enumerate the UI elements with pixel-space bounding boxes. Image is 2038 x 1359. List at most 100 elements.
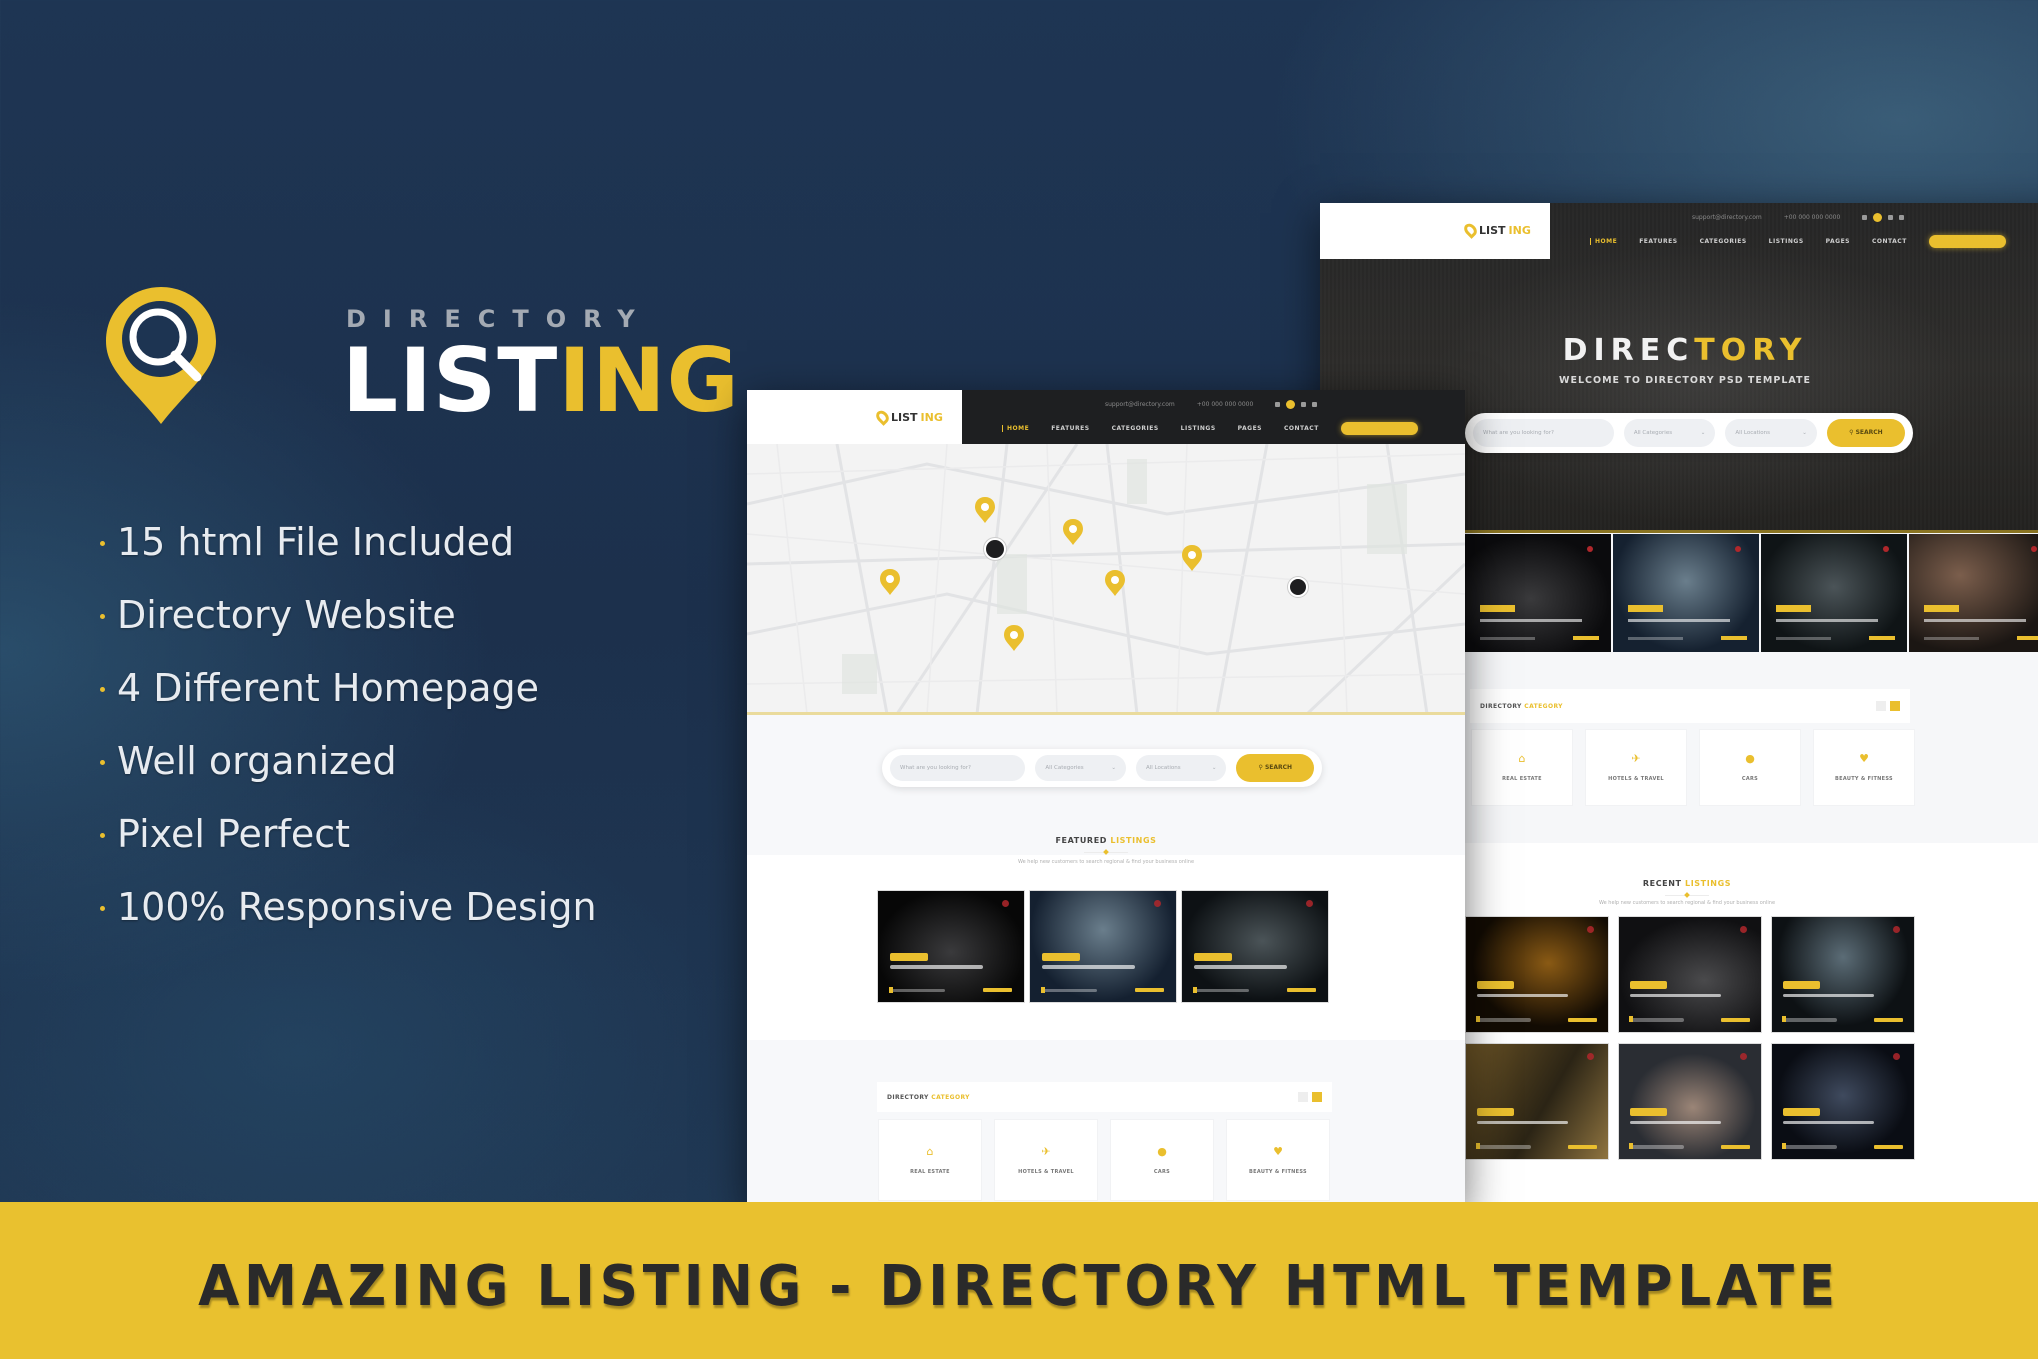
heart-icon[interactable] [1892, 1053, 1900, 1061]
nav-contact[interactable]: CONTACT [1284, 425, 1319, 432]
nav-listings[interactable]: LISTINGS [1181, 425, 1216, 432]
nav-pages[interactable]: PAGES [1826, 238, 1850, 245]
nav-pages[interactable]: PAGES [1238, 425, 1262, 432]
heart-icon[interactable] [1892, 926, 1900, 934]
map-cluster-icon[interactable] [984, 538, 1006, 560]
featured-card[interactable] [1029, 890, 1177, 1003]
card-title [1477, 994, 1569, 998]
slider-card[interactable] [1909, 534, 2038, 652]
category-select[interactable]: All Categories ⌄ [1035, 754, 1126, 782]
rating-stars [1135, 988, 1165, 993]
title-banner: AMAZING LISTING - DIRECTORY HTML TEMPLAT… [0, 1202, 2038, 1359]
twitter-icon[interactable] [1286, 400, 1296, 409]
twitter-icon[interactable] [1873, 213, 1883, 222]
slider-card[interactable] [1465, 534, 1611, 652]
card-location [1476, 1142, 1532, 1150]
rating-stars [1287, 988, 1317, 993]
slider-card[interactable] [1761, 534, 1907, 652]
grid-view-icon[interactable] [1312, 1092, 1322, 1102]
listing-card[interactable] [1465, 1043, 1609, 1160]
chevron-down-icon: ⌄ [1111, 765, 1116, 771]
category-tile[interactable]: ♥ BEAUTY & FITNESS [1227, 1120, 1329, 1200]
bullet-icon [100, 614, 105, 619]
category-name: HOTELS & TRAVEL [1018, 1168, 1074, 1175]
nav-home[interactable]: HOME [1002, 425, 1029, 432]
feature-text: 15 html File Included [117, 519, 515, 564]
category-tile[interactable]: ✈ HOTELS & TRAVEL [1586, 730, 1686, 805]
grid-view-icon[interactable] [1890, 701, 1900, 711]
topbar-email[interactable]: support@directory.com [1692, 214, 1762, 221]
home-icon: ⌂ [1518, 752, 1526, 765]
category-section-title: DIRECTORY CATEGORY [887, 1094, 970, 1101]
map-marker-icon [1063, 519, 1083, 545]
list-view-icon[interactable] [1876, 701, 1886, 711]
heart-icon[interactable] [1587, 545, 1594, 552]
google-plus-icon[interactable] [1888, 215, 1894, 220]
heart-icon[interactable] [1735, 545, 1742, 552]
category-tile[interactable]: ⌂ REAL ESTATE [879, 1120, 981, 1200]
listing-map[interactable] [747, 444, 1465, 714]
feature-item: 15 html File Included [100, 505, 597, 578]
car-icon: ● [1157, 1144, 1167, 1158]
google-plus-icon[interactable] [1301, 402, 1307, 407]
search-button[interactable]: ⚲ SEARCH [1826, 418, 1905, 448]
listing-card[interactable] [1465, 916, 1609, 1033]
listing-card[interactable] [1618, 1043, 1762, 1160]
category-tile[interactable]: ● CARS [1111, 1120, 1213, 1200]
location-select[interactable]: All Locations ⌄ [1135, 754, 1227, 782]
category-tile[interactable]: ⌂ REAL ESTATE [1472, 730, 1572, 805]
map-marker-icon [1182, 545, 1202, 571]
card-location [1192, 986, 1250, 994]
heart-icon[interactable] [1883, 545, 1890, 552]
location-select[interactable]: All Locations ⌄ [1725, 419, 1817, 447]
category-tile[interactable]: ● CARS [1700, 730, 1800, 805]
section-title-yellow: CATEGORY [931, 1093, 970, 1101]
list-view-icon[interactable] [1298, 1092, 1308, 1102]
listing-card[interactable] [1771, 916, 1915, 1033]
rating-stars [983, 988, 1013, 993]
instagram-icon[interactable] [1899, 215, 1905, 220]
add-listing-button[interactable]: ADD LISTING [1928, 235, 2006, 248]
featured-card[interactable] [877, 890, 1025, 1003]
nav-categories[interactable]: CATEGORIES [1700, 238, 1747, 245]
brand-word-white: LIST [342, 329, 559, 432]
heart-icon[interactable] [1586, 1053, 1594, 1061]
featured-card[interactable] [1181, 890, 1329, 1003]
rating-stars [1573, 636, 1600, 641]
bullet-icon [100, 906, 105, 911]
add-listing-button[interactable]: ADD LISTING [1340, 422, 1418, 435]
heart-icon[interactable] [1739, 926, 1747, 934]
nav-categories[interactable]: CATEGORIES [1112, 425, 1159, 432]
facebook-icon[interactable] [1275, 402, 1281, 407]
map-marker-icon [880, 569, 900, 595]
nav-listings[interactable]: LISTINGS [1769, 238, 1804, 245]
keyword-input[interactable]: What are you looking for? [890, 754, 1026, 782]
category-tag [889, 953, 928, 961]
map-cluster-icon[interactable] [1288, 577, 1308, 597]
nav-features[interactable]: FEATURES [1639, 238, 1677, 245]
category-tile[interactable]: ✈ HOTELS & TRAVEL [995, 1120, 1097, 1200]
category-tile[interactable]: ♥ BEAUTY & FITNESS [1814, 730, 1914, 805]
nav-home[interactable]: HOME [1590, 238, 1617, 245]
listing-card[interactable] [1771, 1043, 1915, 1160]
feature-item: Directory Website [100, 578, 597, 651]
facebook-icon[interactable] [1862, 215, 1868, 220]
heart-icon[interactable] [1306, 899, 1314, 907]
instagram-icon[interactable] [1312, 402, 1318, 407]
topbar-email[interactable]: support@directory.com [1105, 401, 1175, 408]
search-button[interactable]: ⚲ SEARCH [1236, 754, 1315, 782]
heart-icon[interactable] [1739, 1053, 1747, 1061]
heart-icon[interactable] [1154, 899, 1162, 907]
listing-card[interactable] [1618, 916, 1762, 1033]
category-select[interactable]: All Categories ⌄ [1623, 419, 1716, 447]
heart-icon[interactable] [2031, 545, 2038, 552]
keyword-input[interactable]: What are you looking for? [1473, 419, 1614, 447]
heart-icon[interactable] [1002, 899, 1010, 907]
slider-card[interactable] [1613, 534, 1759, 652]
nav-features[interactable]: FEATURES [1051, 425, 1089, 432]
nav-contact[interactable]: CONTACT [1872, 238, 1907, 245]
map-marker-icon [1004, 625, 1024, 651]
heart-icon[interactable] [1586, 926, 1594, 934]
chevron-down-icon: ⌄ [1802, 430, 1807, 436]
card-title [1783, 1121, 1875, 1125]
